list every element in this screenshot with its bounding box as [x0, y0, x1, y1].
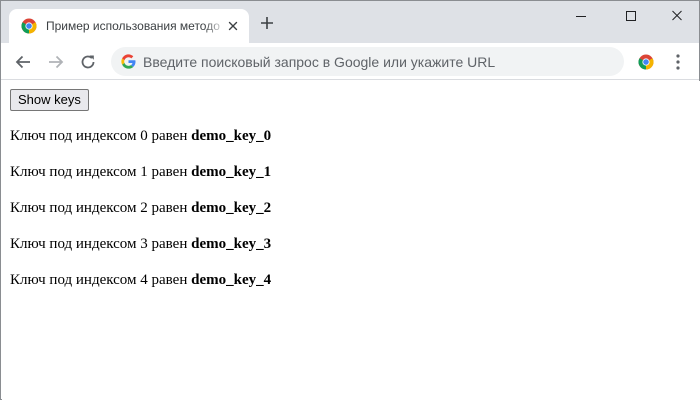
browser-tab[interactable]: Пример использования методо — [9, 9, 249, 43]
close-icon[interactable] — [226, 19, 240, 33]
list-item: Ключ под индексом 2 равен demo_key_2 — [10, 199, 271, 217]
tab-strip: Пример использования методо — [1, 1, 699, 43]
browser-toolbar — [1, 43, 699, 80]
window-close-icon[interactable] — [665, 7, 689, 25]
minimize-icon[interactable] — [569, 7, 593, 25]
key-line-text: Ключ под индексом 0 равен — [10, 128, 192, 144]
list-item: Ключ под индексом 3 равен demo_key_3 — [10, 235, 271, 253]
key-line-text: Ключ под индексом 1 равен — [10, 164, 192, 180]
chrome-favicon-icon — [21, 18, 37, 34]
key-line-text: Ключ под индексом 2 равен — [10, 200, 192, 216]
plus-icon[interactable] — [260, 16, 274, 30]
key-value: demo_key_4 — [191, 272, 272, 288]
list-item: Ключ под индексом 0 равен demo_key_0 — [10, 127, 271, 145]
key-line-text: Ключ под индексом 3 равен — [10, 236, 192, 252]
omnibox-input[interactable] — [143, 47, 613, 76]
address-bar[interactable] — [111, 47, 624, 76]
chrome-extension-icon[interactable] — [637, 53, 655, 71]
show-keys-button[interactable]: Show keys — [10, 89, 89, 111]
list-item: Ключ под индексом 4 равен demo_key_4 — [10, 271, 271, 289]
arrow-left-icon[interactable] — [14, 53, 32, 71]
key-list: Ключ под индексом 0 равен demo_key_0 Клю… — [10, 127, 271, 307]
tab-title-fade — [204, 15, 226, 37]
key-line-text: Ключ под индексом 4 равен — [10, 272, 192, 288]
kebab-menu-icon[interactable] — [672, 53, 684, 71]
key-value: demo_key_0 — [191, 128, 272, 144]
browser-window: Пример использования методо Введите поис… — [0, 0, 700, 400]
reload-icon[interactable] — [79, 53, 97, 71]
arrow-right-icon[interactable] — [47, 53, 65, 71]
key-value: demo_key_1 — [191, 164, 272, 180]
tab-title: Пример использования методо — [46, 19, 220, 33]
page-content: Show keys Ключ под индексом 0 равен demo… — [2, 81, 700, 400]
list-item: Ключ под индексом 1 равен demo_key_1 — [10, 163, 271, 181]
key-value: demo_key_3 — [191, 236, 272, 252]
maximize-icon[interactable] — [619, 7, 643, 25]
key-value: demo_key_2 — [191, 200, 272, 216]
google-icon — [121, 54, 136, 69]
